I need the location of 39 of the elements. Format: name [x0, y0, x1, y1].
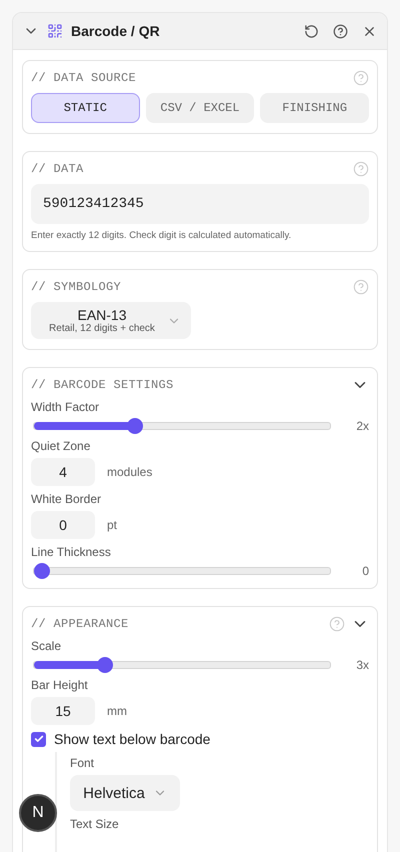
section-title: // APPEARANCE [31, 617, 129, 631]
check-icon [34, 734, 44, 744]
field-label: Quiet Zone [31, 439, 92, 453]
number-field[interactable]: 4 [31, 458, 95, 486]
slider-value: 2x [355, 419, 369, 433]
field-label: Width Factor [31, 400, 100, 414]
field-label: Text Size [70, 817, 120, 831]
field-label: Bar Height [31, 678, 89, 692]
source-tab[interactable]: FINISHING [260, 93, 369, 123]
number-field[interactable]: 15 [31, 697, 95, 725]
qr-code-icon [47, 23, 63, 39]
unit-label: pt [107, 518, 118, 532]
section-title: // BARCODE SETTINGS [31, 378, 174, 392]
section-title: // DATA [31, 162, 84, 176]
section-title: // DATA SOURCE [31, 71, 136, 85]
panel-title: Barcode / QR [71, 23, 161, 39]
checkbox-label: Show text below barcode [54, 731, 210, 747]
font-select[interactable]: Helvetica [70, 775, 180, 811]
source-tab[interactable]: STATIC [31, 93, 140, 123]
field-label: Scale [31, 639, 62, 653]
data-field[interactable]: 590123412345 [31, 184, 369, 224]
unit-label: modules [107, 465, 152, 479]
reset-icon[interactable] [304, 24, 319, 38]
field-label: White Border [31, 492, 102, 506]
slider-value: 3x [355, 658, 369, 672]
section-title: // SYMBOLOGY [31, 280, 122, 294]
hint-text: Enter exactly 12 digits. Check digit is calculated automatically. [31, 230, 292, 241]
checkbox[interactable] [31, 732, 46, 746]
field-label: Font [70, 756, 96, 770]
slider-thumb[interactable] [126, 418, 143, 434]
slider-value: 0 [361, 564, 369, 578]
number-field[interactable]: 0 [31, 511, 95, 539]
help-icon[interactable] [333, 24, 348, 38]
field-label: Line Thickness [31, 545, 112, 559]
slider-thumb[interactable] [97, 657, 114, 673]
symbology-select[interactable]: EAN-13 Retail, 12 digits + check [31, 302, 191, 339]
slider-thumb[interactable] [34, 563, 50, 579]
source-tab[interactable]: CSV / EXCEL [146, 93, 254, 123]
unit-label: mm [107, 704, 127, 718]
